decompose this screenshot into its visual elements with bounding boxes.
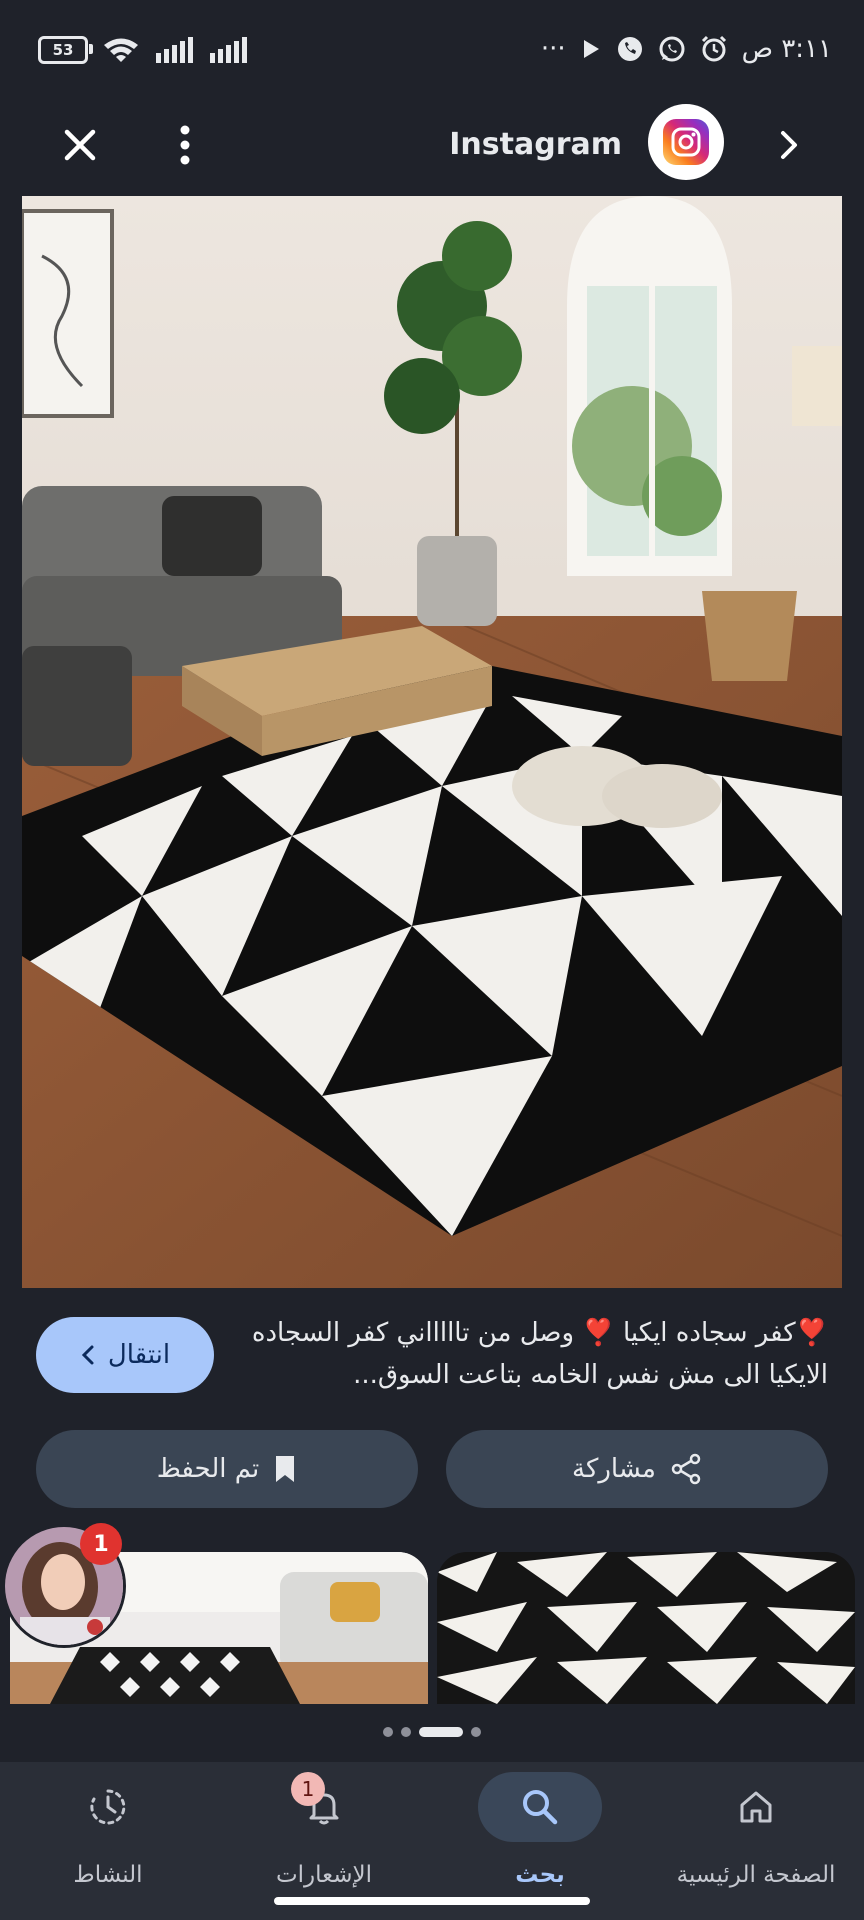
clock-time: ٣:١١ ص <box>741 34 832 64</box>
signal-icon-2 <box>210 37 247 63</box>
source-title[interactable]: Instagram <box>449 120 622 170</box>
visit-label: انتقال <box>107 1340 171 1370</box>
result-image[interactable] <box>22 196 842 1288</box>
nav-notifications[interactable]: 1 الإشعارات <box>216 1762 432 1892</box>
top-app-bar: Instagram <box>0 100 864 195</box>
search-icon <box>478 1772 602 1842</box>
share-icon <box>671 1453 701 1485</box>
more-vert-icon <box>180 125 190 165</box>
living-room-rug-photo <box>22 196 842 1288</box>
chevron-left-icon <box>81 1345 94 1365</box>
close-icon <box>64 129 96 161</box>
bookmark-icon <box>276 1456 295 1482</box>
gesture-home-indicator[interactable] <box>274 1897 590 1905</box>
related-results <box>0 1552 864 1704</box>
instagram-logo[interactable] <box>648 104 724 180</box>
viber-icon <box>617 37 642 61</box>
wifi-icon <box>104 38 138 62</box>
notification-count-badge: 1 <box>80 1523 122 1565</box>
saved-button[interactable]: تم الحفظ <box>36 1430 418 1508</box>
nav-activity[interactable]: النشاط <box>0 1762 216 1892</box>
forward-button[interactable] <box>764 120 814 170</box>
page-dot <box>383 1727 393 1737</box>
play-store-icon <box>583 40 599 58</box>
nav-search[interactable]: بحث <box>432 1762 648 1892</box>
notifications-badge: 1 <box>291 1772 325 1806</box>
alarm-icon <box>701 35 726 62</box>
whatsapp-icon <box>659 36 685 62</box>
home-icon <box>694 1772 818 1842</box>
nav-home[interactable]: الصفحة الرئيسية <box>648 1762 864 1892</box>
more-options-button[interactable] <box>165 120 205 170</box>
result-caption: ❣️كفر سجاده ايكيا ❣️ وصل من تاااااني كفر… <box>251 1318 828 1390</box>
overflow-dots: ··· <box>540 34 566 64</box>
signal-icon <box>156 37 193 63</box>
battery-icon: 53 <box>38 36 93 64</box>
status-right-icons: ··· ٣:١١ ص <box>541 34 832 64</box>
chevron-right-icon <box>781 131 797 159</box>
share-label: مشاركة <box>572 1454 656 1484</box>
battery-level: 53 <box>52 41 74 59</box>
page-dot <box>471 1727 481 1737</box>
related-thumbnail[interactable] <box>437 1552 855 1704</box>
page-dot <box>401 1727 411 1737</box>
nav-activity-label: النشاط <box>73 1862 143 1888</box>
status-left-icons: 53 <box>38 36 248 64</box>
saved-label: تم الحفظ <box>156 1454 260 1484</box>
share-button[interactable]: مشاركة <box>446 1430 828 1508</box>
visit-button[interactable]: انتقال <box>36 1317 214 1393</box>
triangle-rug-thumbnail <box>437 1552 855 1704</box>
status-bar: 53 ··· ٣:١١ ص <box>0 0 864 100</box>
instagram-icon <box>663 119 709 165</box>
nav-home-label: الصفحة الرئيسية <box>676 1862 836 1888</box>
page-indicator <box>0 1724 864 1740</box>
activity-clock-icon <box>46 1772 170 1842</box>
nav-search-label: بحث <box>515 1862 565 1888</box>
page-dot-active <box>419 1727 463 1737</box>
nav-notifications-label: الإشعارات <box>275 1862 373 1888</box>
close-button[interactable] <box>55 120 105 170</box>
